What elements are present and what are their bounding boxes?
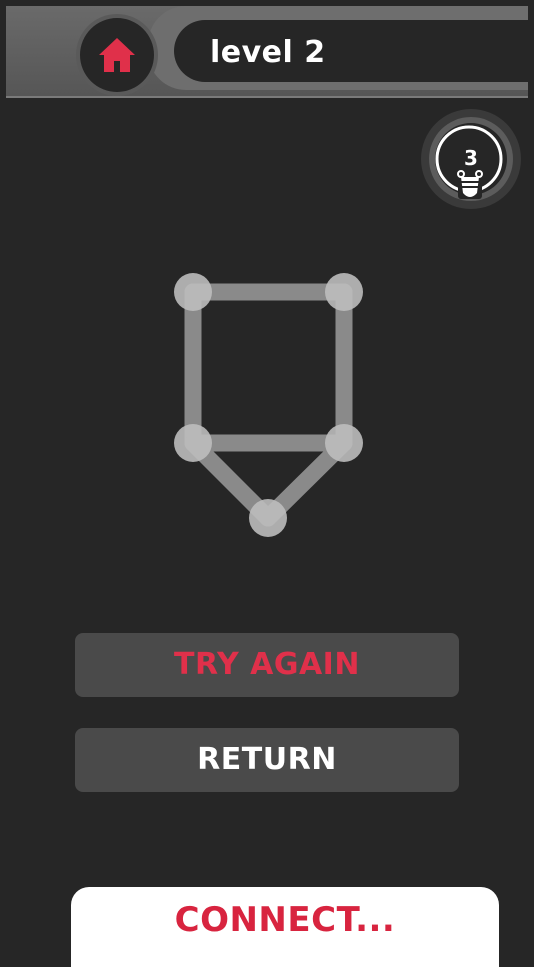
- puzzle-board[interactable]: [0, 0, 534, 950]
- try-again-button[interactable]: TRY AGAIN: [75, 633, 459, 697]
- node-bottom[interactable]: [249, 499, 287, 537]
- node-top-right[interactable]: [325, 273, 363, 311]
- node-top-left[interactable]: [174, 273, 212, 311]
- node-middle-left[interactable]: [174, 424, 212, 462]
- return-button[interactable]: RETURN: [75, 728, 459, 792]
- connect-banner-text: CONNECT...: [174, 900, 396, 940]
- node-middle-right[interactable]: [325, 424, 363, 462]
